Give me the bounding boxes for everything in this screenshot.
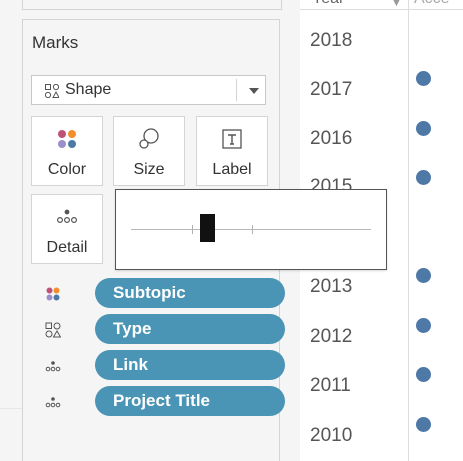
shape-grid-icon [45, 322, 61, 338]
color-dots-icon [58, 130, 76, 148]
data-point[interactable] [416, 417, 431, 432]
label-button-label: Label [212, 161, 252, 178]
size-button-label: Size [133, 161, 165, 178]
header-separator [300, 9, 463, 10]
detail-button-label: Detail [46, 239, 88, 256]
data-point[interactable] [416, 268, 431, 283]
data-point[interactable] [416, 170, 431, 185]
detail-button[interactable]: Detail [31, 194, 103, 264]
filters-card-edge [22, 0, 282, 10]
size-slider-thumb[interactable] [200, 214, 216, 242]
label-button[interactable]: Label [196, 116, 268, 186]
year-label: 2010 [310, 425, 353, 446]
column-divider [408, 0, 409, 461]
year-label: 2011 [310, 375, 351, 396]
text-label-icon [222, 129, 242, 149]
size-slider-track[interactable] [131, 229, 371, 230]
color-dots-icon [46, 287, 60, 301]
field-pill-subtopic[interactable]: Subtopic [95, 278, 285, 308]
dropdown-divider [236, 79, 237, 101]
chevron-down-icon [249, 88, 259, 94]
slider-tick [192, 225, 193, 234]
year-label: 2012 [310, 326, 353, 347]
field-row-project-title: Project Title [45, 386, 285, 416]
field-row-link: Link [45, 350, 285, 380]
mark-type-dropdown[interactable]: Shape [31, 75, 266, 105]
color-button[interactable]: Color [31, 116, 103, 186]
year-label: 2016 [310, 128, 353, 149]
data-point[interactable] [416, 71, 431, 86]
data-point[interactable] [416, 367, 431, 382]
mark-type-value: Shape [65, 81, 112, 98]
marks-title: Marks [32, 33, 79, 52]
year-label: 2018 [310, 30, 353, 51]
field-pill-project-title[interactable]: Project Title [95, 386, 285, 416]
field-row-subtopic: Subtopic [45, 278, 285, 308]
data-point[interactable] [416, 318, 431, 333]
color-button-label: Color [47, 161, 87, 178]
size-circles-icon [139, 128, 159, 149]
slider-tick [252, 225, 253, 234]
detail-dots-icon [45, 361, 61, 372]
size-popup [115, 189, 387, 270]
year-label: 2017 [310, 79, 353, 100]
pane-divider [0, 408, 22, 409]
sort-indicator[interactable]: ▼ [390, 0, 403, 14]
data-point[interactable] [416, 121, 431, 136]
detail-dots-icon [56, 209, 78, 224]
detail-dots-icon [45, 397, 61, 408]
year-label: 2013 [310, 276, 353, 297]
field-pill-link[interactable]: Link [95, 350, 285, 380]
tableau-workspace: Marks Shape Color Size Label Detail Subt… [0, 0, 463, 461]
size-button[interactable]: Size [113, 116, 185, 186]
field-row-type: Type [45, 314, 285, 344]
field-pill-type[interactable]: Type [95, 314, 285, 344]
shape-grid-icon [45, 84, 59, 98]
